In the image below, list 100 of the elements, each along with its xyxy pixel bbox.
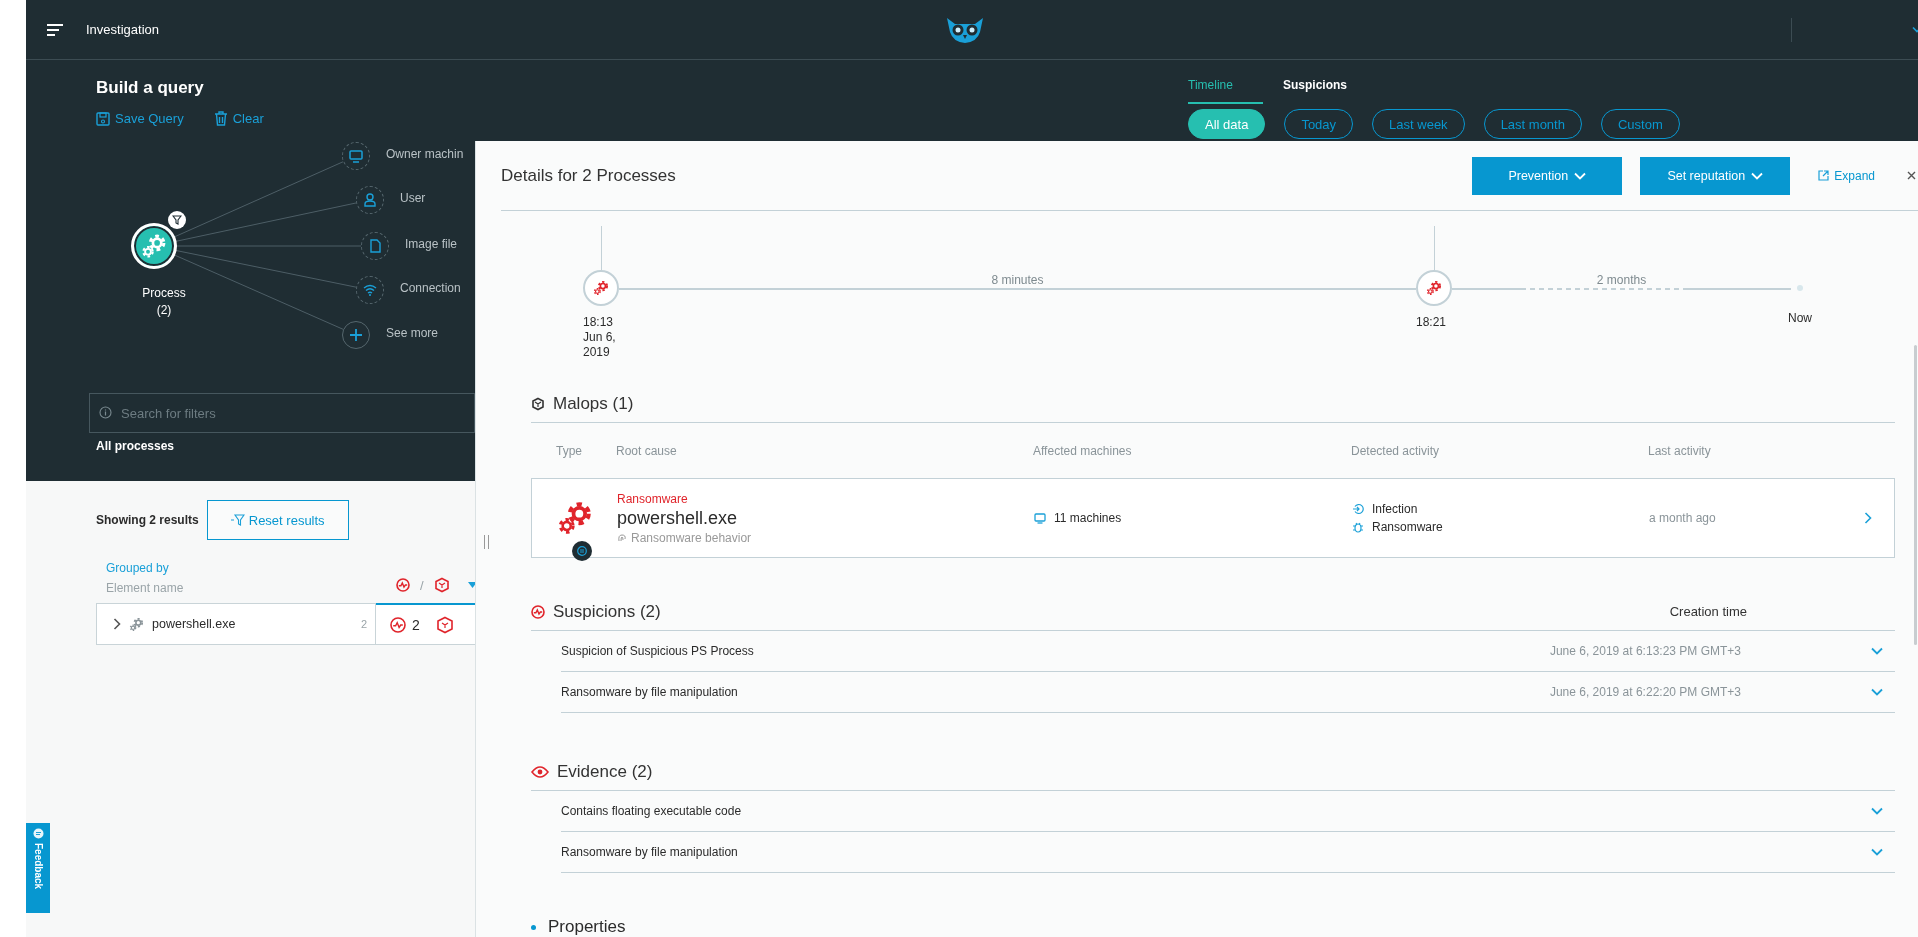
- expandable-row[interactable]: Contains floating executable code: [561, 791, 1895, 832]
- filter-icon: [172, 215, 182, 225]
- column-header: Detected activity: [1351, 443, 1441, 458]
- chevron-right-icon: [1864, 512, 1872, 524]
- chevron-down-icon: [1751, 171, 1764, 180]
- graph-node[interactable]: [342, 142, 370, 170]
- column-header: Root cause: [616, 443, 678, 458]
- graph-node[interactable]: [356, 186, 384, 214]
- node-label: Connection: [400, 281, 461, 295]
- process-node[interactable]: [131, 223, 177, 269]
- reset-results-button[interactable]: Reset results: [206, 500, 349, 540]
- section-title: Properties: [548, 917, 626, 937]
- graph-node[interactable]: [356, 276, 384, 304]
- hexagon-icon: [531, 396, 545, 411]
- column-header: Element name: [106, 581, 185, 595]
- chat-icon: [32, 828, 44, 839]
- trash-icon: [213, 111, 228, 126]
- duration-label: 2 months: [1595, 273, 1648, 287]
- bullet-dot: [531, 924, 536, 930]
- prevention-button[interactable]: Prevention: [1472, 156, 1623, 195]
- grouped-by-label: Grouped by: [106, 561, 170, 575]
- tab[interactable]: Timeline: [1188, 78, 1263, 104]
- tab[interactable]: Suspicions: [1283, 78, 1349, 104]
- scope-label: All processes: [96, 439, 175, 453]
- chevron-down-icon: [1574, 171, 1587, 180]
- save-icon: [96, 111, 110, 126]
- file-icon: [369, 239, 381, 253]
- node-count: (2): [155, 303, 173, 317]
- search-field[interactable]: Search for filters: [89, 393, 475, 433]
- timeline-node[interactable]: [1416, 270, 1452, 306]
- owl-logo: [945, 15, 985, 44]
- timestamp: Now: [1788, 311, 1812, 325]
- pulse-icon: [390, 616, 406, 633]
- menu-icon: [47, 23, 63, 36]
- gears-icon: [1426, 280, 1442, 296]
- activity-text: Infection: [1372, 502, 1418, 516]
- table-cell[interactable]: powershell.exe 2: [96, 603, 376, 645]
- chevron-down-icon: [1871, 807, 1883, 815]
- plus-icon: [349, 328, 363, 342]
- arrow-in-icon: [1352, 503, 1364, 515]
- column-header: Type: [555, 443, 583, 458]
- gears-icon: [556, 500, 593, 536]
- node-label: User: [400, 191, 426, 205]
- column-header: Creation time: [1669, 604, 1747, 619]
- set-reputation-button[interactable]: Set reputation: [1640, 156, 1791, 195]
- expand-link[interactable]: Expand: [1818, 168, 1875, 183]
- node-label: Image file: [405, 237, 458, 251]
- section-title: Build a query: [96, 78, 205, 98]
- clear-button[interactable]: Clear: [213, 111, 264, 126]
- timestamp: 18:21: [1416, 315, 1447, 330]
- last-activity: a month ago: [1649, 511, 1717, 525]
- node-label: Process: [141, 286, 187, 300]
- machines-count: 11 machines: [1054, 511, 1122, 525]
- external-link-icon: [1818, 170, 1830, 181]
- hexagon-icon: [435, 615, 454, 634]
- timestamp: June 6, 2019 at 6:13:23 PM GMT+3: [1549, 644, 1741, 658]
- expandable-row[interactable]: Ransomware by file manipulation: [561, 832, 1895, 873]
- scrollbar[interactable]: [1914, 345, 1917, 645]
- malop-type: Ransomware: [617, 491, 689, 506]
- monitor-icon: [349, 149, 363, 163]
- resize-handle[interactable]: [484, 535, 489, 549]
- gears-icon: [141, 233, 167, 259]
- feedback-tab[interactable]: Feedback: [26, 823, 50, 913]
- behavior-text: Ransomware behavior: [631, 530, 752, 545]
- expandable-row[interactable]: Suspicion of Suspicious PS Process June 6, 2019 at 6:13:23 PM GMT+3: [561, 631, 1895, 672]
- page-title: Investigation: [86, 22, 159, 37]
- malop-card[interactable]: Ransomware powershell.exe Ransomware behavior 11 machines Infection Ransomware a month ago: [531, 478, 1895, 558]
- activity-text: Ransomware: [1372, 520, 1443, 534]
- graph-node[interactable]: [342, 321, 370, 349]
- gears-icon: [129, 616, 144, 632]
- root-cause-name: powershell.exe: [617, 507, 739, 529]
- pulse-icon: [396, 578, 410, 592]
- close-icon: [1907, 171, 1916, 180]
- process-name: powershell.exe: [152, 617, 236, 631]
- chevron-down-icon: [1871, 688, 1883, 696]
- eye-icon: [531, 765, 549, 778]
- separator-text: /: [420, 577, 424, 593]
- expandable-row[interactable]: Ransomware by file manipulation June 6, 2019 at 6:22:20 PM GMT+3: [561, 672, 1895, 713]
- duration-label: 8 minutes: [990, 273, 1045, 287]
- results-summary: Showing 2 results: [96, 513, 199, 527]
- timestamp: 18:13 Jun 6, 2019: [583, 315, 616, 360]
- monitor-icon: [1034, 512, 1046, 524]
- column-header: Last activity: [1648, 443, 1712, 458]
- bug-icon: [1352, 521, 1364, 533]
- section-title: Malops (1): [553, 393, 634, 414]
- chevron-down-icon: [1871, 647, 1883, 655]
- section-title: Evidence (2): [557, 761, 653, 782]
- node-label: See more: [386, 326, 439, 340]
- graph-node[interactable]: [361, 232, 389, 260]
- pulse-icon: [531, 604, 545, 619]
- pause-icon: [577, 546, 587, 556]
- funnel-icon: [230, 514, 245, 526]
- wifi-icon: [363, 284, 377, 296]
- node-label: Owner machin: [386, 147, 464, 161]
- panel-title: Details for 2 Processes: [501, 165, 676, 186]
- save-query-button[interactable]: Save Query: [96, 111, 184, 126]
- section-title: Suspicions (2): [553, 601, 661, 622]
- gears-icon: [593, 280, 609, 296]
- timeline-node[interactable]: [583, 270, 619, 306]
- info-icon: [99, 406, 112, 419]
